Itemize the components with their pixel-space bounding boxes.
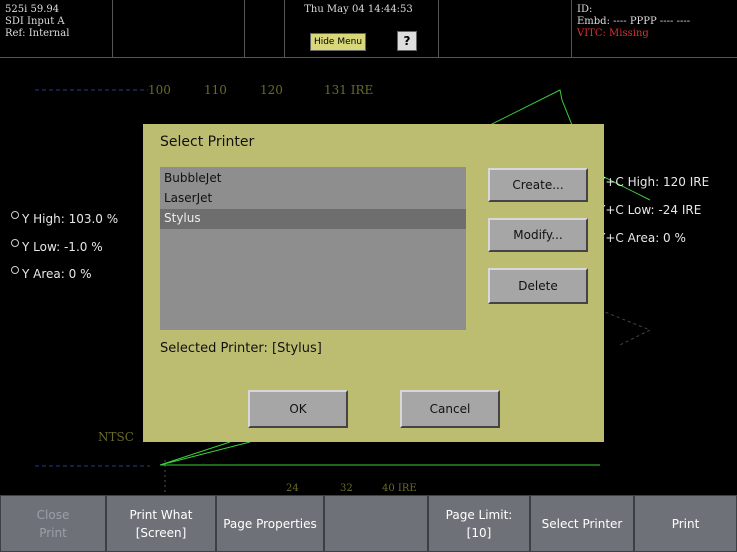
y-low-measurement: Y Low: -1.0 % xyxy=(11,239,103,254)
vitc-status-text: VITC: Missing xyxy=(577,28,649,39)
yc-low-measurement: Y+C Low: -24 IRE xyxy=(598,203,702,217)
printer-item-stylus[interactable]: Stylus xyxy=(160,209,466,229)
help-button[interactable]: ? xyxy=(397,31,417,51)
print-softkey[interactable]: Print xyxy=(634,495,737,552)
dialog-title: Select Printer xyxy=(160,134,255,150)
signal-info: 525i 59.94 SDI Input A Ref: Internal xyxy=(0,0,113,58)
close-print-softkey[interactable]: Close Print xyxy=(0,495,106,552)
printer-item-bubblejet[interactable]: BubbleJet xyxy=(160,169,466,189)
select-printer-dialog: Select Printer BubbleJet LaserJet Stylus… xyxy=(143,124,604,442)
softkey-line1: Page Limit: xyxy=(445,507,513,522)
softkey-line1: Print xyxy=(671,516,700,531)
bottom-scale-40: 40 IRE xyxy=(382,483,417,494)
printer-list[interactable]: BubbleJet LaserJet Stylus xyxy=(160,167,466,330)
status-cell-empty-1 xyxy=(113,0,245,58)
y-area-measurement: Y Area: 0 % xyxy=(11,266,91,281)
yc-area-measurement: Y+C Area: 0 % xyxy=(598,231,686,245)
ok-button[interactable]: OK xyxy=(248,390,348,428)
id-text: ID: xyxy=(577,4,593,15)
y-area-text: Y Area: 0 % xyxy=(22,267,92,281)
ntsc-label: NTSC xyxy=(98,430,134,444)
ref-text: Ref: Internal xyxy=(5,28,70,39)
softkey-line1: Page Properties xyxy=(223,516,317,531)
selected-printer-label: Selected Printer: [Stylus] xyxy=(160,341,322,356)
id-cell: ID: Embd: ---- PPPP ---- ---- VITC: Miss… xyxy=(572,0,737,58)
softkey-line2: [10] xyxy=(466,525,492,540)
scale-label-100: 100 xyxy=(148,83,171,97)
create-button[interactable]: Create... xyxy=(488,168,588,202)
scale-label-110: 110 xyxy=(204,83,227,97)
embd-text: Embd: ---- PPPP ---- ---- xyxy=(577,16,691,27)
softkey-line1: Select Printer xyxy=(541,516,623,531)
bottom-scale-24: 24 xyxy=(286,483,299,494)
bottom-scale-32: 32 xyxy=(340,483,353,494)
yc-high-measurement: Y+C High: 120 IRE xyxy=(598,175,710,189)
page-properties-softkey[interactable]: Page Properties xyxy=(216,495,324,552)
y-high-text: Y High: 103.0 % xyxy=(22,212,119,226)
trace-dotted-right xyxy=(599,309,652,346)
clock-cell: Thu May 04 14:44:53 Hide Menu ? xyxy=(285,0,439,58)
softkey-line2: [Screen] xyxy=(135,525,187,540)
hide-menu-button[interactable]: Hide Menu xyxy=(310,33,366,51)
select-printer-softkey[interactable]: Select Printer xyxy=(530,495,634,552)
softkey-line1: Close xyxy=(36,507,70,522)
printer-item-laserjet[interactable]: LaserJet xyxy=(160,189,466,209)
scale-label-120: 120 xyxy=(260,83,283,97)
radio-icon xyxy=(11,266,19,274)
radio-icon xyxy=(11,211,19,219)
modify-button[interactable]: Modify... xyxy=(488,218,588,252)
status-bar: 525i 59.94 SDI Input A Ref: Internal Thu… xyxy=(0,0,737,60)
radio-icon xyxy=(11,239,19,247)
format-text: 525i 59.94 xyxy=(5,4,60,15)
print-what-softkey[interactable]: Print What [Screen] xyxy=(106,495,216,552)
softkey-line2: Print xyxy=(39,525,67,540)
blank-softkey[interactable] xyxy=(324,495,428,552)
scale-label-131: 131 IRE xyxy=(324,83,374,97)
input-text: SDI Input A xyxy=(5,16,65,27)
trace-bottom xyxy=(159,441,600,466)
status-cell-empty-3 xyxy=(439,0,572,58)
cancel-button[interactable]: Cancel xyxy=(400,390,500,428)
page-limit-softkey[interactable]: Page Limit: [10] xyxy=(428,495,530,552)
softkey-line1: Print What xyxy=(129,507,193,522)
y-low-text: Y Low: -1.0 % xyxy=(22,240,103,254)
y-high-measurement: Y High: 103.0 % xyxy=(11,211,118,226)
delete-button[interactable]: Delete xyxy=(488,268,588,304)
status-cell-empty-2 xyxy=(245,0,285,58)
datetime-text: Thu May 04 14:44:53 xyxy=(304,4,413,15)
